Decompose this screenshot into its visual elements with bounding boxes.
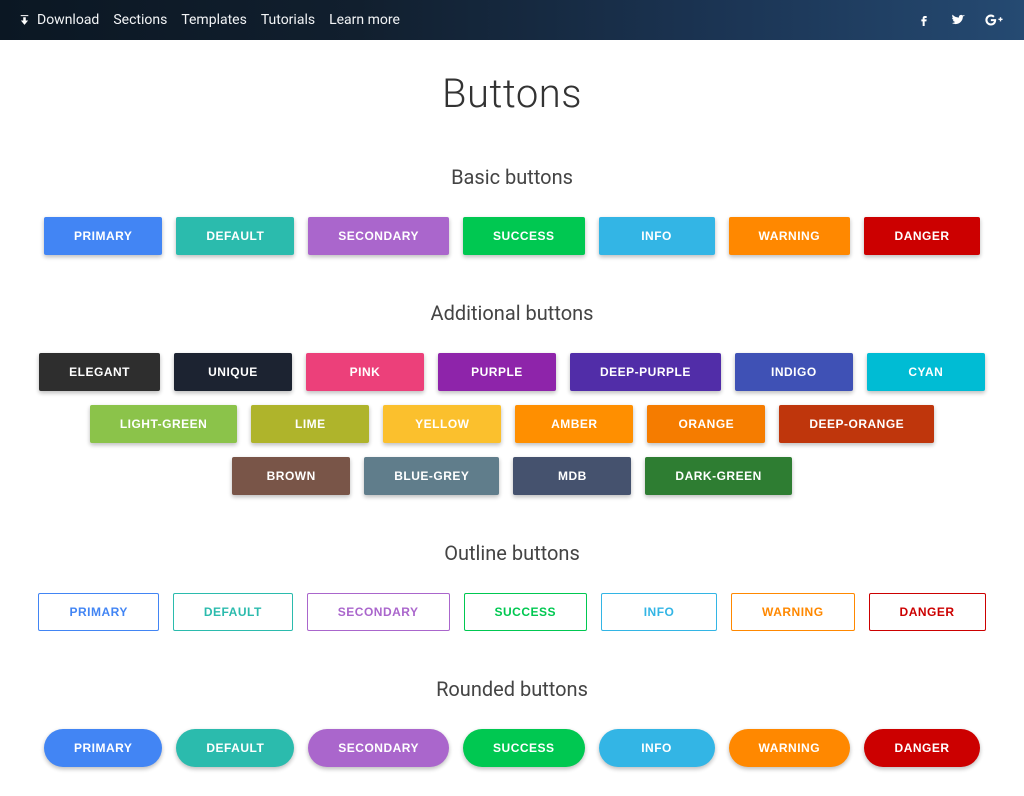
nav-item-label: Sections xyxy=(113,12,167,28)
additional-purple-button[interactable]: PURPLE xyxy=(438,353,556,391)
basic-warning-button[interactable]: WARNING xyxy=(729,217,851,255)
basic-default-button[interactable]: DEFAULT xyxy=(176,217,294,255)
additional-deep-purple-button[interactable]: DEEP-PURPLE xyxy=(570,353,721,391)
additional-light-green-button[interactable]: LIGHT-GREEN xyxy=(90,405,238,443)
additional-pink-button[interactable]: PINK xyxy=(306,353,424,391)
page: Buttons Basic buttons PRIMARY DEFAULT SE… xyxy=(0,40,1024,767)
section-title: Additional buttons xyxy=(30,301,994,325)
rounded-success-button[interactable]: SUCCESS xyxy=(463,729,585,767)
additional-cyan-button[interactable]: CYAN xyxy=(867,353,985,391)
section-title: Outline buttons xyxy=(30,541,994,565)
rounded-info-button[interactable]: INFO xyxy=(599,729,715,767)
nav-tutorials[interactable]: Tutorials xyxy=(261,12,315,28)
additional-elegant-button[interactable]: ELEGANT xyxy=(39,353,160,391)
additional-yellow-button[interactable]: YELLOW xyxy=(383,405,501,443)
section-title: Basic buttons xyxy=(30,165,994,189)
section-additional: Additional buttons ELEGANT UNIQUE PINK P… xyxy=(30,301,994,495)
outline-default-button[interactable]: DEFAULT xyxy=(173,593,293,631)
additional-amber-button[interactable]: AMBER xyxy=(515,405,633,443)
additional-orange-button[interactable]: ORANGE xyxy=(647,405,765,443)
section-rounded: Rounded buttons PRIMARY DEFAULT SECONDAR… xyxy=(30,677,994,767)
nav-download[interactable]: Download xyxy=(18,12,99,28)
nav-sections[interactable]: Sections xyxy=(113,12,167,28)
outline-secondary-button[interactable]: SECONDARY xyxy=(307,593,450,631)
additional-lime-button[interactable]: LIME xyxy=(251,405,369,443)
rounded-warning-button[interactable]: WARNING xyxy=(729,729,851,767)
nav-item-label: Learn more xyxy=(329,12,400,28)
outline-info-button[interactable]: INFO xyxy=(601,593,717,631)
navbar: Download Sections Templates Tutorials Le… xyxy=(0,0,1024,40)
outline-success-button[interactable]: SUCCESS xyxy=(464,593,588,631)
outline-danger-button[interactable]: DANGER xyxy=(869,593,986,631)
nav-right xyxy=(916,12,1006,28)
basic-success-button[interactable]: SUCCESS xyxy=(463,217,585,255)
twitter-icon[interactable] xyxy=(950,12,966,28)
nav-templates[interactable]: Templates xyxy=(181,12,247,28)
google-plus-icon[interactable] xyxy=(984,12,1006,28)
nav-left: Download Sections Templates Tutorials Le… xyxy=(18,12,400,28)
additional-dark-green-button[interactable]: DARK-GREEN xyxy=(645,457,791,495)
basic-danger-button[interactable]: DANGER xyxy=(864,217,980,255)
outline-warning-button[interactable]: WARNING xyxy=(731,593,855,631)
section-outline: Outline buttons PRIMARY DEFAULT SECONDAR… xyxy=(30,541,994,631)
basic-secondary-button[interactable]: SECONDARY xyxy=(308,217,449,255)
additional-deep-orange-button[interactable]: DEEP-ORANGE xyxy=(779,405,934,443)
additional-brown-button[interactable]: BROWN xyxy=(232,457,350,495)
section-title: Rounded buttons xyxy=(30,677,994,701)
additional-blue-grey-button[interactable]: BLUE-GREY xyxy=(364,457,499,495)
basic-button-row: PRIMARY DEFAULT SECONDARY SUCCESS INFO W… xyxy=(30,217,994,255)
facebook-icon[interactable] xyxy=(916,12,932,28)
download-icon xyxy=(18,14,31,27)
rounded-button-row: PRIMARY DEFAULT SECONDARY SUCCESS INFO W… xyxy=(30,729,994,767)
nav-item-label: Templates xyxy=(181,12,247,28)
additional-mdb-button[interactable]: MDB xyxy=(513,457,631,495)
nav-item-label: Download xyxy=(37,12,99,28)
nav-item-label: Tutorials xyxy=(261,12,315,28)
additional-indigo-button[interactable]: INDIGO xyxy=(735,353,853,391)
rounded-primary-button[interactable]: PRIMARY xyxy=(44,729,162,767)
rounded-danger-button[interactable]: DANGER xyxy=(864,729,980,767)
basic-info-button[interactable]: INFO xyxy=(599,217,715,255)
nav-learn-more[interactable]: Learn more xyxy=(329,12,400,28)
basic-primary-button[interactable]: PRIMARY xyxy=(44,217,162,255)
outline-primary-button[interactable]: PRIMARY xyxy=(38,593,158,631)
additional-unique-button[interactable]: UNIQUE xyxy=(174,353,292,391)
additional-button-row: ELEGANT UNIQUE PINK PURPLE DEEP-PURPLE I… xyxy=(32,353,992,495)
page-title: Buttons xyxy=(30,70,994,117)
rounded-default-button[interactable]: DEFAULT xyxy=(176,729,294,767)
outline-button-row: PRIMARY DEFAULT SECONDARY SUCCESS INFO W… xyxy=(30,593,994,631)
rounded-secondary-button[interactable]: SECONDARY xyxy=(308,729,449,767)
section-basic: Basic buttons PRIMARY DEFAULT SECONDARY … xyxy=(30,165,994,255)
